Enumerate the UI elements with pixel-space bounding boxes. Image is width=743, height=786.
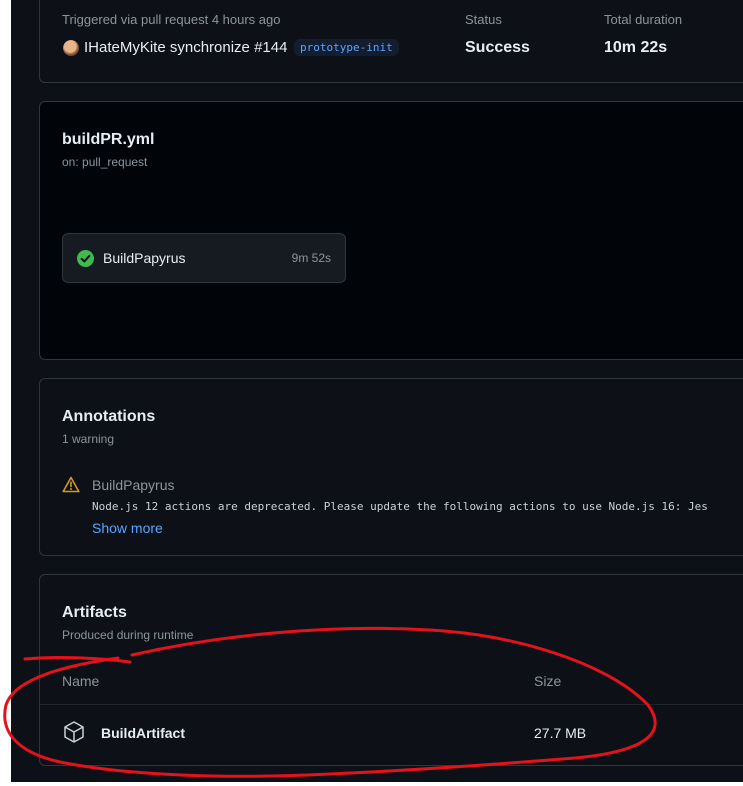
artifacts-subtitle: Produced during runtime (62, 628, 194, 642)
duration-value: 10m 22s (604, 39, 668, 56)
job-duration: 9m 52s (291, 251, 331, 265)
status-label: Status (465, 12, 502, 27)
success-check-icon (77, 250, 94, 267)
annotation-message: Node.js 12 actions are deprecated. Pleas… (92, 500, 708, 513)
column-header-size: Size (534, 673, 562, 689)
artifact-size: 27.7 MB (534, 725, 587, 741)
job-name: BuildPapyrus (103, 250, 186, 266)
trigger-text: Triggered via pull request 4 hours ago (62, 12, 281, 27)
branch-badge[interactable]: prototype-init (294, 39, 399, 56)
artifacts-title: Artifacts (62, 604, 127, 621)
workflow-trigger: on: pull_request (62, 155, 148, 169)
job-card-buildpapyrus[interactable]: BuildPapyrus 9m 52s (62, 233, 346, 283)
column-header-name: Name (62, 673, 100, 689)
artifact-download-link[interactable]: BuildArtifact (101, 725, 185, 741)
annotations-card: Annotations 1 warning BuildPapyrus Node.… (39, 378, 743, 556)
avatar[interactable] (63, 40, 79, 56)
actor-link[interactable]: IHateMyKite synchronize #144 (84, 39, 287, 56)
warning-icon (62, 476, 80, 498)
annotations-count: 1 warning (62, 432, 115, 446)
run-page: Triggered via pull request 4 hours ago I… (11, 0, 743, 782)
run-summary-card: Triggered via pull request 4 hours ago I… (39, 0, 743, 83)
status-value: Success (465, 39, 530, 56)
duration-label: Total duration (604, 12, 683, 27)
workflow-graph-card: buildPR.yml on: pull_request BuildPapyru… (39, 101, 743, 360)
artifacts-card: Artifacts Produced during runtime Name S… (39, 574, 743, 766)
show-more-link[interactable]: Show more (92, 520, 163, 536)
package-icon (62, 720, 86, 749)
annotations-title: Annotations (62, 408, 156, 425)
workflow-file-title[interactable]: buildPR.yml (62, 131, 154, 149)
artifacts-table-header (40, 659, 743, 705)
annotation-title[interactable]: BuildPapyrus (92, 477, 175, 493)
